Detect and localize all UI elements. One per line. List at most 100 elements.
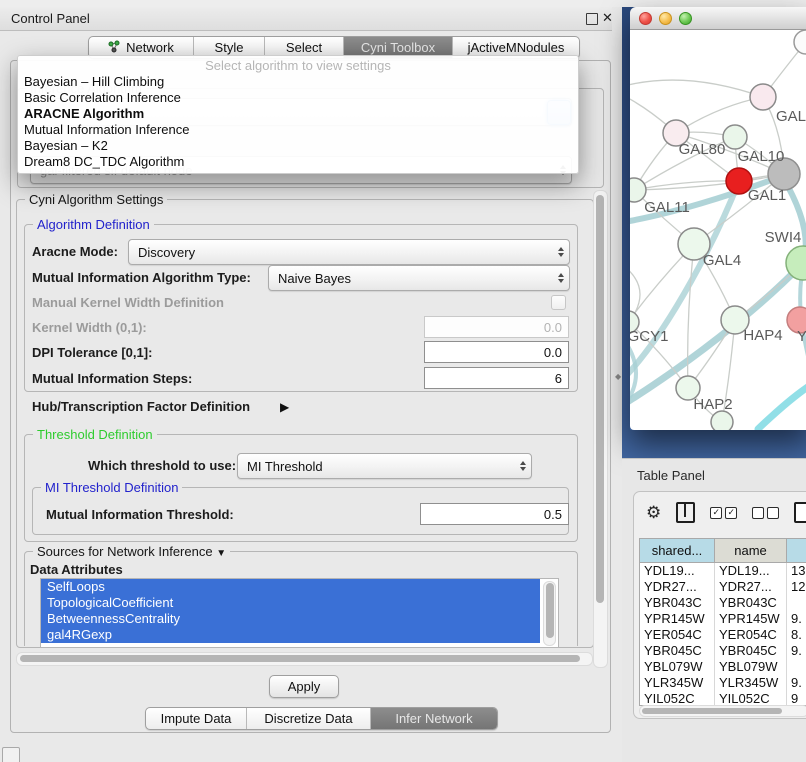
data-attribute-option[interactable]: TopologicalCoefficient	[41, 595, 540, 611]
data-attributes-list[interactable]: SelfLoopsTopologicalCoefficientBetweenne…	[40, 578, 559, 648]
column-header-a[interactable]: A	[787, 539, 806, 562]
tab-infer-network[interactable]: Infer Network	[371, 708, 497, 729]
aracne-mode-combo[interactable]: Discovery	[128, 239, 570, 265]
bottom-left-grip[interactable]	[2, 747, 20, 762]
algorithm-option-bayesian-hill-climbing[interactable]: Bayesian – Hill Climbing	[18, 74, 578, 90]
select-all-checkboxes-icon[interactable]: ✓ ✓	[710, 507, 737, 519]
kernel-width-label: Kernel Width (0,1):	[32, 320, 147, 335]
mi-type-combo[interactable]: Naive Bayes	[268, 265, 570, 291]
tab-impute-data[interactable]: Impute Data	[146, 708, 247, 729]
table-panel-window: Table Panel ⚙ ✓ ✓ shared...nameAYDL19...…	[622, 458, 806, 762]
table-cell: YIL052C	[715, 691, 787, 706]
network-node-label: GAL10	[738, 148, 785, 165]
settings-gear-icon[interactable]: ⚙	[646, 504, 661, 521]
expand-arrow-icon[interactable]: ▶	[280, 400, 289, 414]
which-threshold-combo[interactable]: MI Threshold	[237, 453, 532, 479]
algorithm-option-bayesian-k2[interactable]: Bayesian – K2	[18, 138, 578, 154]
settings-hscrollbar-thumb[interactable]	[20, 655, 580, 662]
table-horizontal-scrollbar[interactable]	[639, 705, 806, 717]
network-node-label: GAL80	[679, 141, 726, 158]
table-row[interactable]: YLR345WYLR345W9.	[640, 675, 806, 691]
table-cell: YDL19...	[715, 563, 787, 579]
combo-stepper-icon	[552, 273, 569, 283]
column-header-name[interactable]: name	[715, 539, 787, 562]
popup-header: Select algorithm to view settings	[18, 56, 578, 74]
table-cell: YLR345W	[715, 675, 787, 691]
dpi-tolerance-field[interactable]: 0.0	[424, 341, 569, 363]
table-row[interactable]: YER054CYER054C8.	[640, 627, 806, 643]
list-vertical-scrollbar[interactable]	[543, 581, 556, 646]
table-row[interactable]: YBL079WYBL079W	[640, 659, 806, 675]
table-cell: YPR145W	[715, 611, 787, 627]
algorithm-option-mutual-information-inference[interactable]: Mutual Information Inference	[18, 122, 578, 138]
tab-label: Infer Network	[395, 711, 472, 726]
tab-label: Network	[126, 40, 174, 55]
table-row[interactable]: YDR27...YDR27...12	[640, 579, 806, 595]
network-node-gal10[interactable]	[723, 125, 747, 149]
table-row[interactable]: YDL19...YDL19...13	[640, 563, 806, 579]
settings-vscrollbar-thumb[interactable]	[596, 195, 604, 603]
tab-label: Impute Data	[161, 711, 232, 726]
algorithm-definition-title: Algorithm Definition	[33, 217, 154, 232]
collapse-arrow-icon[interactable]: ▼	[216, 548, 226, 559]
dpi-tolerance-label: DPI Tolerance [0,1]:	[32, 345, 152, 360]
table-cell: 13	[787, 563, 806, 579]
network-node[interactable]	[711, 411, 733, 430]
table-hscrollbar-thumb[interactable]	[642, 708, 782, 714]
zoom-traffic-light-icon[interactable]	[679, 12, 692, 25]
data-attribute-option[interactable]: SelfLoops	[41, 579, 540, 595]
threshold-definition-title: Threshold Definition	[33, 427, 157, 442]
table-row[interactable]: YPR145WYPR145W9.	[640, 611, 806, 627]
apply-button[interactable]: Apply	[269, 675, 339, 698]
network-graph: GALGAL80GAL10GAL1GAL11GAL4SWI4GCY1HAP4YH…	[630, 30, 806, 430]
network-graph-icon	[108, 40, 121, 56]
mi-steps-field[interactable]: 6	[424, 367, 569, 389]
table-toolbar: ⚙ ✓ ✓	[646, 502, 806, 523]
panel-divider-handle[interactable]: ◆	[615, 372, 620, 381]
data-attribute-option[interactable]: BetweennessCentrality	[41, 611, 540, 627]
new-table-icon[interactable]	[794, 502, 806, 523]
table-row[interactable]: YBR045CYBR045C9.	[640, 643, 806, 659]
sources-group-title: Sources for Network Inference ▼	[33, 544, 230, 559]
network-node-label: SWI4	[765, 229, 802, 246]
table-cell: 12	[787, 579, 806, 595]
kernel-width-field[interactable]: 0.0	[424, 316, 569, 338]
column-header-shared[interactable]: shared...	[640, 539, 715, 562]
network-edge	[634, 181, 739, 190]
column-layout-icon[interactable]	[676, 502, 695, 523]
tab-discretize-data[interactable]: Discretize Data	[247, 708, 371, 729]
manual-kernel-label: Manual Kernel Width Definition	[32, 295, 224, 310]
minimize-traffic-light-icon[interactable]	[659, 12, 672, 25]
deselect-checkboxes-icon[interactable]	[752, 507, 779, 519]
float-window-icon[interactable]	[586, 13, 598, 25]
algorithm-option-aracne-algorithm[interactable]: ARACNE Algorithm	[18, 106, 578, 122]
network-node-gal[interactable]	[750, 84, 776, 110]
aracne-mode-value: Discovery	[129, 245, 195, 260]
tab-label: Select	[286, 40, 322, 55]
mi-threshold-field[interactable]: 0.5	[420, 503, 569, 525]
table-cell: 8.	[787, 627, 806, 643]
settings-vertical-scrollbar[interactable]	[593, 190, 608, 668]
network-canvas[interactable]: GALGAL80GAL10GAL1GAL11GAL4SWI4GCY1HAP4YH…	[630, 30, 806, 430]
table-cell: YLR345W	[640, 675, 715, 691]
table-cell: YDR27...	[640, 579, 715, 595]
mi-steps-label: Mutual Information Steps:	[32, 371, 192, 386]
kernel-width-value: 0.0	[544, 320, 562, 335]
table-cell: 9.	[787, 675, 806, 691]
settings-horizontal-scrollbar[interactable]	[16, 652, 593, 666]
table-row[interactable]: YBR043CYBR043C	[640, 595, 806, 611]
manual-kernel-checkbox[interactable]	[551, 295, 566, 310]
network-edge	[688, 244, 694, 388]
close-traffic-light-icon[interactable]	[639, 12, 652, 25]
aracne-mode-label: Aracne Mode:	[32, 244, 118, 259]
algorithm-option-basic-correlation-inference[interactable]: Basic Correlation Inference	[18, 90, 578, 106]
table-cell: YBR043C	[640, 595, 715, 611]
cyni-algorithm-settings-title: Cyni Algorithm Settings	[25, 192, 167, 207]
desktop: Control Panel ✕ NetworkStyleSelectCyni T…	[0, 0, 806, 762]
table-cell: YER054C	[715, 627, 787, 643]
table-row[interactable]: YIL052CYIL052C9	[640, 691, 806, 706]
data-attribute-option[interactable]: gal4RGexp	[41, 627, 540, 643]
network-node[interactable]	[794, 30, 806, 54]
list-scrollbar-thumb[interactable]	[546, 583, 554, 638]
algorithm-option-dream8-dc-tdc-algorithm[interactable]: Dream8 DC_TDC Algorithm	[18, 154, 578, 170]
